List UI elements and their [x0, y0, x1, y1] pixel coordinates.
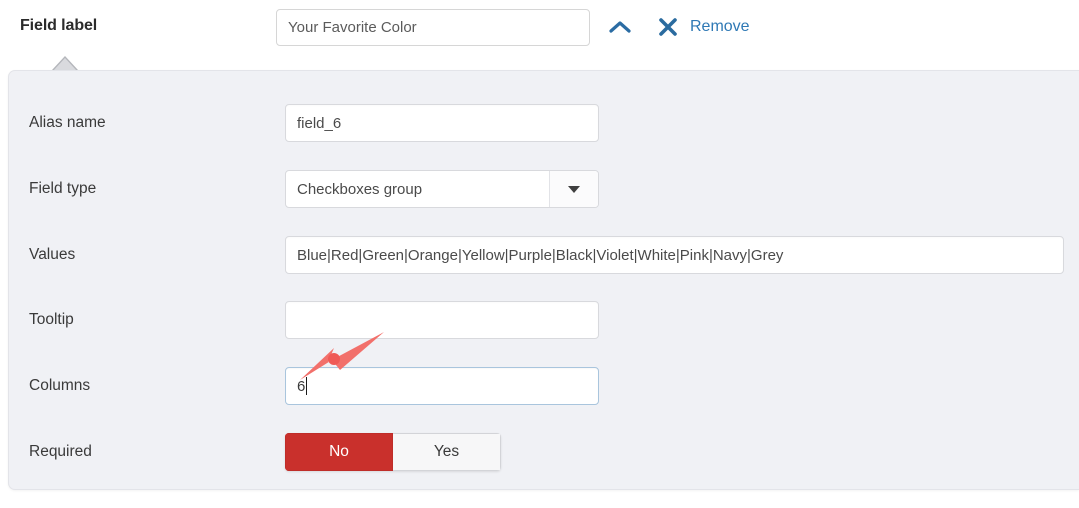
- row-field-type: Field type Checkboxes group: [9, 169, 1079, 209]
- field-label-input[interactable]: [276, 9, 590, 46]
- columns-input[interactable]: 6: [285, 367, 599, 405]
- field-settings-panel: Alias name Field type Checkboxes group V…: [8, 70, 1079, 490]
- required-toggle-yes[interactable]: Yes: [393, 433, 501, 471]
- text-caret: [306, 377, 308, 395]
- label-tooltip: Tooltip: [29, 311, 74, 328]
- select-dropdown-button[interactable]: [549, 171, 598, 207]
- columns-input-value-wrap: 6: [297, 368, 587, 404]
- header-actions: Remove: [608, 14, 750, 40]
- row-tooltip: Tooltip: [9, 300, 1079, 340]
- alias-name-input[interactable]: [285, 104, 599, 142]
- chevron-up-icon[interactable]: [608, 15, 632, 39]
- required-toggle: No Yes: [285, 433, 501, 471]
- row-values: Values: [9, 235, 1079, 275]
- label-values: Values: [29, 246, 76, 263]
- close-x-icon[interactable]: [655, 15, 681, 39]
- chevron-down-icon: [568, 185, 580, 193]
- label-alias-name: Alias name: [29, 114, 106, 131]
- row-columns: Columns 6: [9, 366, 1079, 406]
- field-header-row: Field label Remove: [0, 0, 1079, 62]
- label-required: Required: [29, 443, 92, 460]
- page-title: Field label: [20, 17, 98, 34]
- columns-input-value: 6: [297, 377, 306, 395]
- row-alias-name: Alias name: [9, 103, 1079, 143]
- label-columns: Columns: [29, 377, 91, 394]
- tooltip-input[interactable]: [285, 301, 599, 339]
- required-toggle-no[interactable]: No: [285, 433, 393, 471]
- field-type-select[interactable]: Checkboxes group: [285, 170, 599, 208]
- values-input[interactable]: [285, 236, 1064, 274]
- row-required: Required No Yes: [9, 432, 1079, 472]
- field-type-selected-value: Checkboxes group: [297, 180, 423, 198]
- remove-button[interactable]: Remove: [690, 15, 750, 39]
- label-field-type: Field type: [29, 180, 97, 197]
